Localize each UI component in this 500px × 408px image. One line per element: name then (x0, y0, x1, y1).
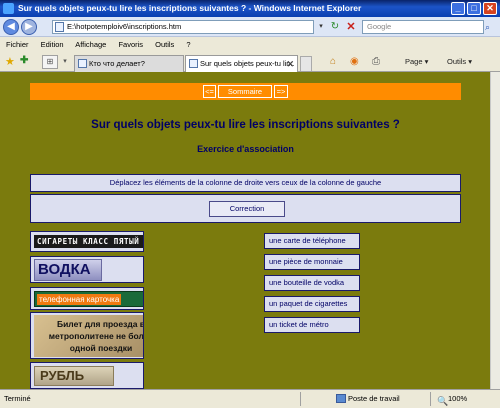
page-icon (189, 59, 198, 68)
menu-help[interactable]: ? (186, 40, 190, 49)
tab-kto-chto-delaet[interactable]: Кто что делает? (74, 55, 184, 72)
picture-cell-vodka[interactable]: ВОДКА (30, 256, 144, 283)
previous-page-button[interactable]: <= (203, 85, 216, 98)
tab-label: Sur quels objets peux-tu lir... (200, 59, 295, 68)
refresh-icon[interactable]: ↻ (328, 20, 342, 34)
window-title: Sur quels objets peux-tu lire les inscri… (18, 3, 362, 13)
phone-card-image: телефонная карточка (34, 291, 143, 307)
print-icon[interactable]: ⎙ (372, 55, 380, 69)
window-title-bar: Sur quels objets peux-tu lire les inscri… (0, 0, 500, 17)
answer-item[interactable]: une pièce de monnaie (264, 254, 360, 270)
vertical-scrollbar[interactable] (490, 72, 500, 389)
security-zone: Poste de travail (348, 394, 400, 403)
menu-edition[interactable]: Edition (41, 40, 64, 49)
ie-logo-icon (3, 3, 14, 14)
address-input[interactable]: E:\hotpotemploiv6\inscriptions.htm (52, 20, 314, 34)
address-toolbar: ◀ ▶ E:\hotpotemploiv6\inscriptions.htm ▾… (0, 17, 500, 37)
picture-cell-ticket[interactable]: Билет для проезда в метрополитене не бол… (30, 312, 144, 359)
tools-menu-button[interactable]: Outils ▾ (447, 55, 472, 69)
picture-cell-cigarettes[interactable]: СИГАРЕТЫ КЛАСС ПЯТЫЙ (30, 231, 144, 252)
page-icon (78, 59, 87, 68)
tab-inscriptions[interactable]: Sur quels objets peux-tu lir... ✕ (185, 55, 298, 72)
page-menu-button[interactable]: Page ▾ (405, 55, 428, 69)
correction-row: Correction (30, 194, 461, 223)
add-favorite-icon[interactable]: ✚ (20, 55, 28, 66)
search-input[interactable]: Google (362, 20, 484, 34)
answer-item[interactable]: un ticket de métro (264, 317, 360, 333)
ticket-line-3: одной поездки (69, 343, 133, 353)
status-text: Terminé (4, 394, 31, 403)
metro-ticket-image: Билет для проезда в метрополитене не бол… (34, 315, 144, 357)
sommaire-button[interactable]: Sommaire (218, 85, 272, 98)
maximize-button[interactable]: □ (467, 2, 481, 15)
page-title: Sur quels objets peux-tu lire les inscri… (91, 119, 400, 131)
home-icon[interactable]: ⌂ (330, 55, 336, 69)
status-divider (430, 392, 431, 406)
picture-cell-ruble[interactable]: РУБЛЬ (30, 362, 144, 389)
forward-button[interactable]: ▶ (21, 19, 37, 35)
vodka-label-image: ВОДКА (34, 259, 102, 281)
status-bar: Terminé Poste de travail 🔍 100% (0, 389, 500, 408)
tab-bar: ★ ✚ ⊞ ▾ Кто что делает? Sur quels objets… (0, 52, 500, 72)
quick-tabs-icon[interactable]: ⊞ (42, 55, 58, 69)
stop-icon[interactable]: ✕ (344, 20, 358, 34)
search-icon[interactable]: ⌕ (485, 20, 497, 34)
menu-outils[interactable]: Outils (155, 40, 174, 49)
tab-label: Кто что делает? (89, 59, 145, 68)
computer-zone-icon (336, 394, 346, 403)
close-tab-icon[interactable]: ✕ (286, 56, 294, 72)
picture-cell-phonecard[interactable]: телефонная карточка (30, 287, 144, 310)
address-url: E:\hotpotemploiv6\inscriptions.htm (67, 22, 182, 31)
close-window-button[interactable]: ✕ (483, 2, 497, 15)
menu-favoris[interactable]: Favoris (118, 40, 143, 49)
favorites-star-icon[interactable]: ★ (5, 55, 15, 68)
back-button[interactable]: ◀ (3, 19, 19, 35)
answer-item[interactable]: une carte de téléphone (264, 233, 360, 249)
next-page-button[interactable]: => (274, 85, 288, 98)
ticket-line-2: метрополитене не более (48, 331, 144, 341)
phone-card-text: телефонная карточка (37, 294, 122, 305)
minimize-button[interactable]: _ (451, 2, 465, 15)
cigarettes-pack-image: СИГАРЕТЫ КЛАСС ПЯТЫЙ (34, 235, 143, 248)
feeds-icon[interactable]: ◉ (350, 55, 359, 69)
instructions: Déplacez les éléments de la colonne de d… (30, 174, 461, 192)
status-divider (300, 392, 301, 406)
answer-item[interactable]: une bouteille de vodka (264, 275, 360, 291)
zoom-icon[interactable]: 🔍 (437, 392, 448, 408)
menu-affichage[interactable]: Affichage (75, 40, 106, 49)
page-content: <= Sommaire => Sur quels objets peux-tu … (0, 72, 500, 389)
ruble-coin-image: РУБЛЬ (34, 366, 114, 386)
new-tab-button[interactable] (300, 56, 312, 71)
window-controls: _ □ ✕ (451, 2, 497, 15)
answer-item[interactable]: un paquet de cigarettes (264, 296, 360, 312)
page-icon (55, 22, 64, 32)
menu-bar: Fichier Edition Affichage Favoris Outils… (0, 37, 500, 52)
correction-button[interactable]: Correction (209, 201, 285, 217)
ticket-line-1: Билет для проезда в (56, 319, 144, 329)
zoom-level[interactable]: 100% (448, 390, 467, 408)
address-dropdown-icon[interactable]: ▾ (316, 20, 326, 34)
tab-list-dropdown-icon[interactable]: ▾ (60, 55, 70, 69)
menu-fichier[interactable]: Fichier (6, 40, 29, 49)
exercise-subtitle: Exercice d'association (197, 144, 294, 154)
